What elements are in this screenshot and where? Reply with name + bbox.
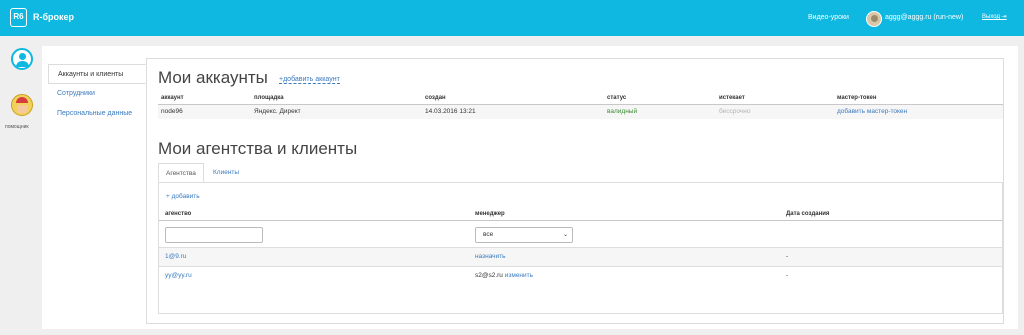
logo[interactable]: R6: [10, 8, 27, 27]
agency-date: -: [786, 272, 789, 279]
manager-filter-select[interactable]: все ⌄: [475, 227, 573, 243]
table-row: node96 Яндекс. Директ 14.03.2016 13:21 в…: [158, 105, 1003, 119]
col-platform: площадка: [254, 95, 284, 101]
profile-head-shape: [19, 53, 26, 60]
agency-manager: s2@s2.ru изменить: [475, 272, 533, 279]
table-row: 1@9.ru назначить -: [159, 247, 1002, 266]
tab-agencies[interactable]: Агентства: [158, 163, 204, 182]
sidebar-item-employees[interactable]: Сотрудники: [48, 84, 146, 104]
left-rail: помощник: [0, 36, 42, 335]
account-platform: Яндекс. Директ: [254, 108, 301, 115]
table-row: yy@yy.ru s2@s2.ru изменить -: [159, 266, 1002, 285]
page-panel: Аккаунты и клиенты Сотрудники Персональн…: [42, 46, 1018, 329]
accounts-table-header: аккаунт площадка создан статус истекает …: [158, 94, 1003, 105]
col-agency: агенство: [165, 211, 192, 217]
accounts-title: Мои аккаунты: [158, 68, 268, 87]
col-date-created: Дата создания: [786, 211, 830, 217]
helper-label[interactable]: помощник: [5, 124, 29, 130]
video-lessons-link[interactable]: Видео-уроки: [808, 14, 849, 21]
col-expires: истекает: [719, 95, 745, 101]
add-agency-link[interactable]: + добавить: [166, 193, 200, 200]
helper-avatar-icon[interactable]: [11, 94, 33, 116]
agencies-panel: + добавить агенство менеджер Дата создан…: [158, 182, 1003, 314]
chevron-down-icon: ⌄: [562, 232, 568, 238]
agencies-title: Мои агентства и клиенты: [158, 139, 358, 158]
account-expires: бессрочно: [719, 108, 751, 115]
content-panel: Мои аккаунты +добавить аккаунт аккаунт п…: [146, 58, 1004, 324]
assign-manager-link[interactable]: назначить: [475, 253, 506, 260]
agency-date: -: [786, 253, 789, 260]
logout-link[interactable]: Выход ⇥: [982, 13, 1007, 20]
logout-label: Выход: [982, 14, 1000, 20]
col-account: аккаунт: [161, 95, 184, 101]
account-status: валидный: [607, 108, 638, 115]
sidebar-item-personal-data[interactable]: Персональные данные: [48, 104, 146, 124]
agencies-table-header: агенство менеджер Дата создания: [159, 208, 1002, 221]
change-manager-link[interactable]: изменить: [505, 272, 533, 279]
manager-email: s2@s2.ru: [475, 272, 503, 279]
agencies-tabs: Агентства Клиенты: [158, 163, 1003, 182]
col-created: создан: [425, 95, 446, 101]
col-status: статус: [607, 95, 627, 101]
logout-icon: ⇥: [1001, 14, 1007, 20]
col-manager: менеджер: [475, 211, 505, 217]
profile-body-shape: [16, 61, 29, 67]
agency-email-link[interactable]: 1@9.ru: [165, 253, 186, 260]
brand-name[interactable]: R-брокер: [33, 12, 74, 22]
agencies-filter-row: все ⌄: [159, 223, 1002, 247]
account-created: 14.03.2016 13:21: [425, 108, 476, 115]
col-master-token: мастер-токен: [837, 95, 877, 101]
sidebar-item-accounts[interactable]: Аккаунты и клиенты: [48, 64, 146, 84]
accounts-table: аккаунт площадка создан статус истекает …: [158, 94, 1003, 119]
side-menu: Аккаунты и клиенты Сотрудники Персональн…: [48, 64, 146, 124]
add-master-token-link[interactable]: добавить мастер-токен: [837, 108, 907, 115]
user-avatar[interactable]: [866, 11, 882, 27]
add-account-link[interactable]: +добавить аккаунт: [279, 76, 340, 84]
manager-filter-value: все: [483, 231, 494, 238]
profile-icon[interactable]: [11, 48, 33, 70]
account-name: node96: [161, 108, 183, 115]
tab-clients[interactable]: Клиенты: [206, 163, 246, 182]
agency-filter-input[interactable]: [165, 227, 263, 243]
agency-email-link[interactable]: yy@yy.ru: [165, 272, 192, 279]
top-bar: R6 R-брокер Видео-уроки aggg@aggg.ru (ru…: [0, 0, 1024, 36]
user-name[interactable]: aggg@aggg.ru (run-new): [885, 14, 963, 21]
